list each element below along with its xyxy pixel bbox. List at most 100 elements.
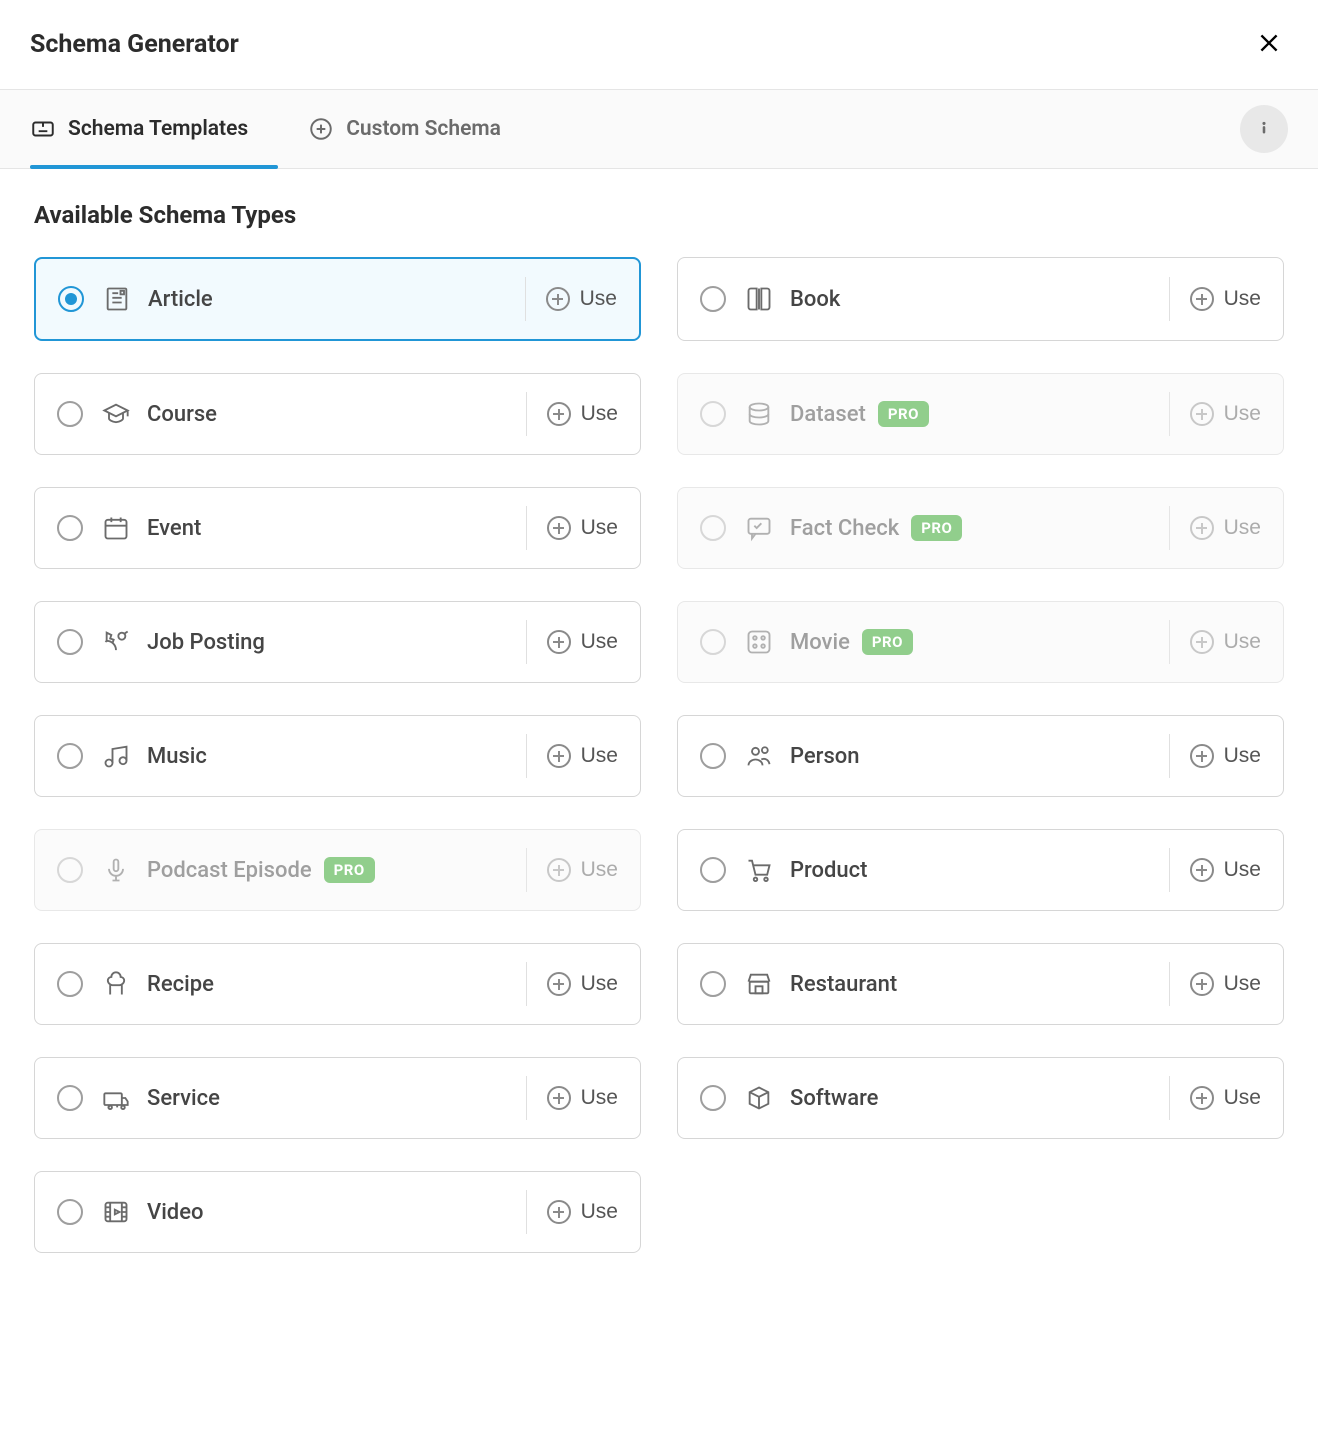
modal-header: Schema Generator xyxy=(0,0,1318,89)
radio-factcheck xyxy=(700,515,726,541)
factcheck-icon xyxy=(744,514,774,542)
use-button-book[interactable]: Use xyxy=(1169,277,1261,321)
radio-video[interactable] xyxy=(57,1199,83,1225)
info-icon xyxy=(1253,117,1275,142)
info-button[interactable] xyxy=(1240,105,1288,153)
radio-event[interactable] xyxy=(57,515,83,541)
schema-cards-grid: Article Use Book Use Course Use xyxy=(34,257,1284,1253)
use-button-service[interactable]: Use xyxy=(526,1076,618,1120)
use-button-music[interactable]: Use xyxy=(526,734,618,778)
tabs-bar: Schema Templates Custom Schema xyxy=(0,89,1318,169)
dataset-icon xyxy=(744,400,774,428)
plus-icon xyxy=(547,972,571,996)
tab-schema-templates[interactable]: Schema Templates xyxy=(30,90,278,168)
use-button-restaurant[interactable]: Use xyxy=(1169,962,1261,1006)
schema-card-restaurant[interactable]: Restaurant Use xyxy=(677,943,1284,1025)
schema-card-dataset: DatasetPRO Use xyxy=(677,373,1284,455)
use-button-dataset: Use xyxy=(1169,392,1261,436)
schema-generator-modal: Schema Generator Schema Templates Custom… xyxy=(0,0,1318,1313)
use-button-article[interactable]: Use xyxy=(525,277,617,321)
schema-card-movie: MoviePRO Use xyxy=(677,601,1284,683)
radio-jobposting[interactable] xyxy=(57,629,83,655)
plus-icon xyxy=(1190,744,1214,768)
plus-icon xyxy=(547,744,571,768)
schema-card-book[interactable]: Book Use xyxy=(677,257,1284,341)
pro-badge: PRO xyxy=(878,401,929,427)
video-icon xyxy=(101,1198,131,1226)
use-button-movie: Use xyxy=(1169,620,1261,664)
close-icon xyxy=(1256,30,1282,59)
plus-circle-icon xyxy=(308,116,334,142)
schema-label: Fact CheckPRO xyxy=(790,515,1169,541)
radio-restaurant[interactable] xyxy=(700,971,726,997)
movie-icon xyxy=(744,628,774,656)
schema-card-person[interactable]: Person Use xyxy=(677,715,1284,797)
radio-music[interactable] xyxy=(57,743,83,769)
use-button-video[interactable]: Use xyxy=(526,1190,618,1234)
schema-label: Restaurant xyxy=(790,972,1169,997)
plus-icon xyxy=(1190,1086,1214,1110)
book-icon xyxy=(744,285,774,313)
recipe-icon xyxy=(101,970,131,998)
schema-label: Course xyxy=(147,402,526,427)
podcast-icon xyxy=(101,856,131,884)
schema-label: MoviePRO xyxy=(790,629,1169,655)
schema-label: Article xyxy=(148,287,525,312)
plus-icon xyxy=(1190,516,1214,540)
schema-label: Person xyxy=(790,744,1169,769)
content-area: Available Schema Types Article Use Book … xyxy=(0,169,1318,1313)
plus-icon xyxy=(547,630,571,654)
radio-podcast xyxy=(57,857,83,883)
radio-course[interactable] xyxy=(57,401,83,427)
schema-label: Job Posting xyxy=(147,630,526,655)
schema-card-jobposting[interactable]: Job Posting Use xyxy=(34,601,641,683)
use-button-software[interactable]: Use xyxy=(1169,1076,1261,1120)
schema-card-music[interactable]: Music Use xyxy=(34,715,641,797)
schema-label: Podcast EpisodePRO xyxy=(147,857,526,883)
close-button[interactable] xyxy=(1250,24,1288,65)
plus-icon xyxy=(547,1200,571,1224)
use-button-jobposting[interactable]: Use xyxy=(526,620,618,664)
schema-card-video[interactable]: Video Use xyxy=(34,1171,641,1253)
use-button-product[interactable]: Use xyxy=(1169,848,1261,892)
course-icon xyxy=(101,400,131,428)
use-button-factcheck: Use xyxy=(1169,506,1261,550)
use-button-recipe[interactable]: Use xyxy=(526,962,618,1006)
plus-icon xyxy=(547,516,571,540)
schema-card-article[interactable]: Article Use xyxy=(34,257,641,341)
schema-label: Recipe xyxy=(147,972,526,997)
schema-card-event[interactable]: Event Use xyxy=(34,487,641,569)
radio-book[interactable] xyxy=(700,286,726,312)
pro-badge: PRO xyxy=(862,629,913,655)
section-title: Available Schema Types xyxy=(34,201,1284,229)
schema-card-product[interactable]: Product Use xyxy=(677,829,1284,911)
plus-icon xyxy=(546,287,570,311)
schema-card-factcheck: Fact CheckPRO Use xyxy=(677,487,1284,569)
schema-label: Book xyxy=(790,287,1169,312)
person-icon xyxy=(744,742,774,770)
schema-label: Service xyxy=(147,1086,526,1111)
modal-title: Schema Generator xyxy=(30,30,239,59)
radio-article[interactable] xyxy=(58,286,84,312)
plus-icon xyxy=(1190,858,1214,882)
schema-card-recipe[interactable]: Recipe Use xyxy=(34,943,641,1025)
plus-icon xyxy=(1190,972,1214,996)
schema-card-course[interactable]: Course Use xyxy=(34,373,641,455)
use-button-course[interactable]: Use xyxy=(526,392,618,436)
use-button-event[interactable]: Use xyxy=(526,506,618,550)
plus-icon xyxy=(547,1086,571,1110)
radio-person[interactable] xyxy=(700,743,726,769)
software-icon xyxy=(744,1084,774,1112)
schema-label: Video xyxy=(147,1200,526,1225)
use-button-person[interactable]: Use xyxy=(1169,734,1261,778)
radio-product[interactable] xyxy=(700,857,726,883)
tab-custom-schema[interactable]: Custom Schema xyxy=(308,90,531,168)
schema-card-service[interactable]: Service Use xyxy=(34,1057,641,1139)
radio-recipe[interactable] xyxy=(57,971,83,997)
schema-card-software[interactable]: Software Use xyxy=(677,1057,1284,1139)
product-icon xyxy=(744,856,774,884)
schema-label: Music xyxy=(147,744,526,769)
schema-label: Product xyxy=(790,858,1169,883)
radio-service[interactable] xyxy=(57,1085,83,1111)
radio-software[interactable] xyxy=(700,1085,726,1111)
